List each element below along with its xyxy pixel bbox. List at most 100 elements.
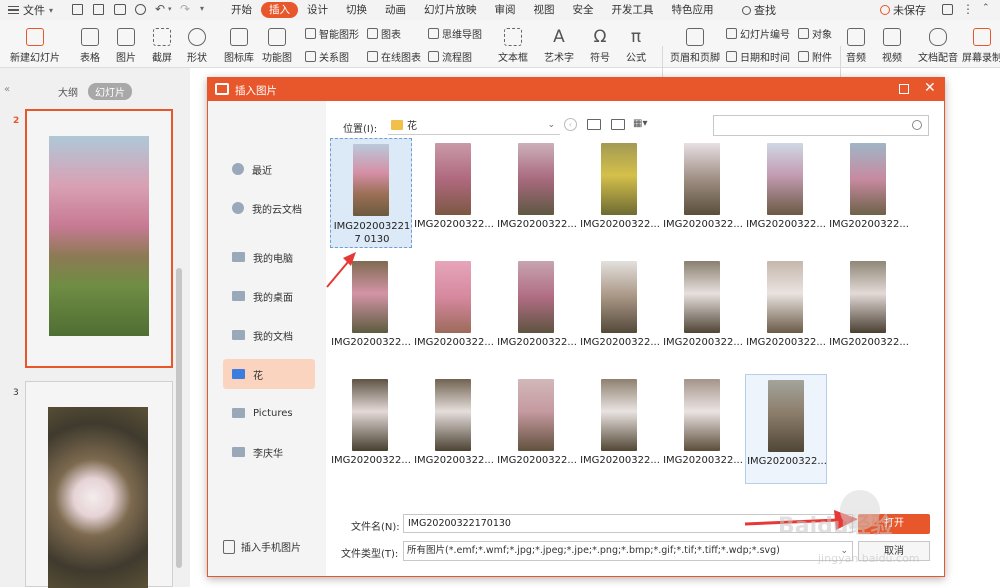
attachment-button[interactable]: 附件: [798, 49, 832, 64]
date-time-button[interactable]: 日期和时间: [726, 49, 790, 64]
sidebar-item-3[interactable]: 我的桌面: [223, 281, 315, 311]
share-icon[interactable]: [942, 4, 953, 15]
tab-9[interactable]: 开发工具: [603, 0, 663, 20]
chart-button[interactable]: 图表: [367, 26, 401, 41]
redo-icon[interactable]: ↷: [180, 2, 190, 16]
sidebar-item-0[interactable]: 最近: [223, 154, 315, 184]
export-icon[interactable]: [93, 4, 104, 15]
print-icon[interactable]: [114, 4, 126, 15]
more-icon[interactable]: ⋮: [962, 2, 974, 16]
file-menu[interactable]: 文件 ▾: [8, 0, 53, 20]
search-button[interactable]: 查找: [742, 0, 776, 20]
audio-button[interactable]: 音频: [846, 28, 866, 64]
search-input[interactable]: [713, 115, 929, 136]
textbox-button[interactable]: 文本框: [498, 28, 528, 64]
tab-outline[interactable]: 大纲: [58, 84, 78, 99]
symbol-button[interactable]: Ω 符号: [590, 28, 610, 64]
shape-button[interactable]: 形状: [187, 28, 207, 64]
file-item[interactable]: IMG20200322...: [496, 256, 578, 366]
tab-3[interactable]: 切换: [337, 0, 376, 20]
flowchart-button[interactable]: 流程图: [428, 49, 472, 64]
file-item[interactable]: IMG20200322...: [662, 374, 744, 484]
sidebar-item-7[interactable]: 李庆华: [223, 437, 315, 467]
file-item[interactable]: IMG20200322...: [662, 138, 744, 248]
save-icon[interactable]: [72, 4, 83, 15]
new-slide-button[interactable]: 新建幻灯片: [10, 28, 60, 64]
slide-thumbnail[interactable]: [25, 381, 173, 588]
picture-button[interactable]: 图片: [116, 28, 136, 64]
function-chart-button[interactable]: 功能图: [262, 28, 292, 64]
video-button[interactable]: 视频: [882, 28, 902, 64]
formula-button[interactable]: π 公式: [626, 28, 646, 64]
view-mode-icon[interactable]: ▦▾: [633, 119, 649, 130]
file-item[interactable]: IMG20200322...: [579, 138, 661, 248]
filename-input[interactable]: [403, 514, 853, 533]
smart-art-button[interactable]: 智能图形: [305, 26, 359, 41]
relation-chart-button[interactable]: 关系图: [305, 49, 349, 64]
file-item[interactable]: IMG20200322...: [413, 138, 495, 248]
header-footer-button[interactable]: 页眉和页脚: [670, 28, 720, 64]
narration-button[interactable]: 文档配音: [918, 28, 958, 64]
icon-library-button[interactable]: 图标库: [224, 28, 254, 64]
undo-dropdown-icon[interactable]: ▾: [168, 5, 172, 13]
scrollbar[interactable]: [176, 268, 182, 568]
open-button[interactable]: 打开: [858, 514, 930, 534]
screenshot-button[interactable]: 截屏: [152, 28, 172, 64]
file-item[interactable]: IMG2020032217 0130: [330, 138, 412, 248]
phone-picture-button[interactable]: 插入手机图片: [223, 539, 301, 554]
file-item[interactable]: IMG20200322...: [828, 138, 910, 248]
slide-number-button[interactable]: 幻灯片编号: [726, 26, 790, 41]
mindmap-button[interactable]: 思维导图: [428, 26, 482, 41]
tab-slides[interactable]: 幻灯片: [88, 83, 132, 100]
file-item[interactable]: IMG20200322...: [330, 256, 412, 366]
customize-icon[interactable]: ▾: [200, 4, 204, 13]
file-item[interactable]: IMG20200322...: [496, 374, 578, 484]
file-item[interactable]: IMG20200322...: [579, 374, 661, 484]
slide-thumbnail[interactable]: [25, 109, 173, 368]
art-text-button[interactable]: A 艺术字: [544, 28, 574, 64]
tab-2[interactable]: 设计: [298, 0, 337, 20]
image-thumbnail: [518, 143, 554, 215]
collapse-panel-icon[interactable]: «: [4, 84, 10, 95]
file-item[interactable]: IMG20200322...: [579, 256, 661, 366]
screen-record-button[interactable]: 屏幕录制: [962, 28, 1000, 64]
file-item[interactable]: IMG20200322...: [745, 256, 827, 366]
tab-4[interactable]: 动画: [376, 0, 415, 20]
file-item[interactable]: IMG20200322...: [413, 256, 495, 366]
collapse-ribbon-icon[interactable]: ⌃: [982, 3, 990, 13]
tab-5[interactable]: 幻灯片放映: [415, 0, 486, 20]
tab-8[interactable]: 安全: [564, 0, 603, 20]
tab-10[interactable]: 特色应用: [663, 0, 723, 20]
sidebar-item-1[interactable]: 我的云文档: [223, 193, 315, 223]
cancel-button[interactable]: 取消: [858, 541, 930, 561]
undo-icon[interactable]: ↶: [155, 2, 165, 16]
location-dropdown[interactable]: 花 ⌄: [388, 115, 560, 135]
online-chart-button[interactable]: 在线图表: [367, 49, 421, 64]
back-icon[interactable]: ‹: [564, 118, 577, 131]
sidebar-item-2[interactable]: 我的电脑: [223, 242, 315, 272]
search-icon[interactable]: [912, 120, 922, 130]
tab-1[interactable]: 插入: [261, 2, 298, 18]
sidebar-item-4[interactable]: 我的文档: [223, 320, 315, 350]
file-item[interactable]: IMG20200322...: [828, 256, 910, 366]
sidebar-item-5[interactable]: 花: [223, 359, 315, 389]
sidebar-item-6[interactable]: Pictures: [223, 398, 315, 428]
file-item[interactable]: IMG20200322...: [662, 256, 744, 366]
file-item[interactable]: IMG20200322...: [745, 374, 827, 484]
tab-7[interactable]: 视图: [525, 0, 564, 20]
print-preview-icon[interactable]: [135, 4, 146, 15]
up-folder-icon[interactable]: [587, 119, 601, 130]
file-item[interactable]: IMG20200322...: [330, 374, 412, 484]
close-icon[interactable]: ✕: [924, 80, 936, 96]
file-item[interactable]: IMG20200322...: [496, 138, 578, 248]
save-status[interactable]: 未保存: [880, 0, 926, 20]
maximize-icon[interactable]: [899, 84, 909, 94]
new-folder-icon[interactable]: [611, 119, 625, 130]
table-button[interactable]: 表格: [80, 28, 100, 64]
file-item[interactable]: IMG20200322...: [745, 138, 827, 248]
filetype-select[interactable]: 所有图片(*.emf;*.wmf;*.jpg;*.jpeg;*.jpe;*.pn…: [403, 541, 853, 561]
tab-6[interactable]: 审阅: [486, 0, 525, 20]
object-button[interactable]: 对象: [798, 26, 832, 41]
tab-0[interactable]: 开始: [222, 0, 261, 20]
file-item[interactable]: IMG20200322...: [413, 374, 495, 484]
